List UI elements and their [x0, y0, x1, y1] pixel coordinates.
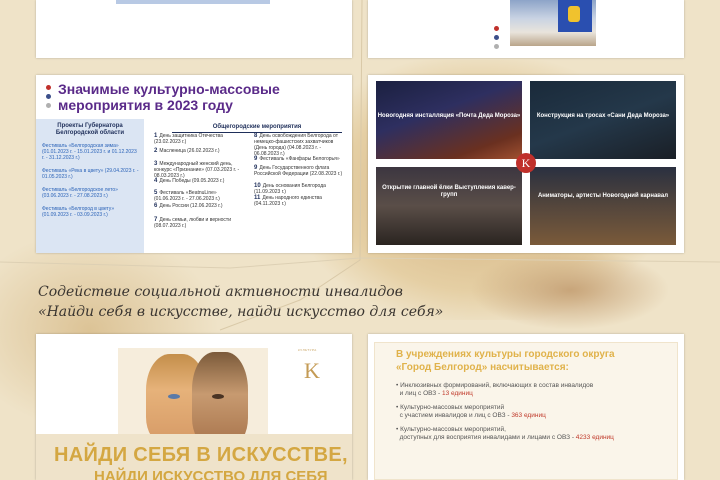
venus-portrait-image — [118, 348, 268, 448]
city-event-text: День основания Белгорода (11.09.2023 г.) — [254, 183, 326, 195]
stats-title-line1: В учреждениях культуры городского округа — [396, 349, 615, 360]
section-heading: Содействие социальной активности инвалид… — [38, 284, 403, 300]
photo-caption: Открытие главной ёлки Выступления кавер-… — [382, 185, 516, 198]
project-item: Фестиваль «Река в цвету» (29.04.2023 г. … — [42, 168, 139, 180]
stat-text: с участием инвалидов и лиц с ОВЗ - — [399, 412, 512, 419]
slide-top-right — [368, 0, 684, 58]
city-event-number: 6 — [154, 203, 158, 209]
stat-text: Культурно-массовых мероприятий — [400, 404, 505, 411]
city-event-text: День России (12.06.2023 г.) — [159, 203, 223, 209]
city-event-item: 9 День Государственного флага Российской … — [254, 165, 344, 177]
city-event-number: 4 — [154, 178, 158, 184]
photo-caption: Новогодняя инсталляция «Почта Деда Мороз… — [377, 113, 521, 119]
city-event-item: 2 Масленица (26.02.2023 г.) — [154, 148, 244, 154]
city-event-item: 7 День семьи, любви и верности (08.07.202… — [154, 217, 244, 229]
events-slide: Значимые культурно-массовые мероприятия … — [36, 75, 352, 253]
city-event-item: 4 День Победы (09.05.2023 г.) — [154, 178, 244, 184]
events-title-line1: Значимые культурно-массовые — [58, 81, 280, 97]
city-event-item: 9 Фестиваль «Фанфары Белогорья» — [254, 156, 344, 162]
photo-tile: Новогодняя инсталляция «Почта Деда Мороз… — [376, 81, 522, 159]
city-event-text: День народного единства (04.11.2023 г.) — [254, 195, 322, 207]
logo-caption: КУЛЬТУРА — [298, 348, 317, 352]
city-event-item: 3 Международный женский день, конкурс «Пр… — [154, 161, 244, 179]
project-item: Фестиваль «Белгородская зима» (01.01.202… — [42, 143, 137, 161]
section-subheading: «Найди себя в искусстве, найди искусство… — [38, 304, 444, 320]
photo-caption: Аниматоры, артисты Новогодний карнавал — [537, 193, 669, 199]
city-event-item: 6 День России (12.06.2023 г.) — [154, 203, 244, 209]
events-title-line2: мероприятия в 2023 году — [58, 97, 233, 113]
events-title: Значимые культурно-массовые мероприятия … — [58, 81, 280, 113]
stat-item: • Культурно-массовых мероприятий, доступ… — [396, 426, 614, 441]
slogan-line1: НАЙДИ СЕБЯ В ИСКУССТВЕ, — [54, 444, 348, 466]
city-events-header-text: Общегородские мероприятия — [212, 124, 302, 130]
city-event-item: 11 День народного единства (04.11.2023 г.… — [254, 195, 344, 207]
city-event-item: 8 День освобождения Белгорода от немецко-… — [254, 133, 344, 157]
stat-text: Инклюзивных формирований, включающих в с… — [400, 382, 594, 389]
city-event-item: 1 День защитника Отечества (23.02.2023 г.… — [154, 133, 244, 145]
stat-value: 4233 единиц — [575, 434, 614, 441]
city-event-text: День семьи, любви и верности (08.07.2023… — [154, 217, 231, 229]
photo-tile: Конструкция на тросах «Сани Деда Мороза» — [530, 81, 676, 159]
city-event-number: 9 — [254, 156, 258, 162]
k-logo-icon: K — [516, 153, 536, 173]
city-event-number: 2 — [154, 148, 158, 154]
photo-tile: Открытие главной ёлки Выступления кавер-… — [376, 167, 522, 245]
city-event-text: Международный женский день, конкурс «При… — [154, 161, 240, 179]
city-event-text: Фестиваль «BeatnuLine» (01.06.2023 г. - … — [154, 190, 220, 202]
city-event-text: День освобождения Белгорода от немецко-ф… — [254, 133, 339, 157]
photo-tile: Аниматоры, артисты Новогодний карнавал — [530, 167, 676, 245]
city-event-item: 5 Фестиваль «BeatnuLine» (01.06.2023 г. -… — [154, 190, 244, 202]
stat-value: 363 единиц — [511, 412, 546, 419]
city-event-text: День Победы (09.05.2023 г.) — [159, 178, 225, 184]
slogan-line2: НАЙДИ ИСКУССТВО ДЛЯ СЕБЯ — [94, 468, 328, 480]
stat-text: и лиц с ОВЗ - — [399, 390, 442, 397]
k-logo-icon: K — [304, 358, 320, 383]
art-poster-slide: КУЛЬТУРА K НАЙДИ СЕБЯ В ИСКУССТВЕ, НАЙДИ… — [36, 334, 352, 480]
inclusion-stats-slide: В учреждениях культуры городского округа… — [368, 334, 684, 480]
project-item: Фестиваль «Белгород в цвету» (01.09.2023… — [42, 206, 115, 218]
slide-image-strip — [116, 0, 270, 4]
stat-item: • Культурно-массовых мероприятий с участ… — [396, 404, 546, 419]
project-item: Фестиваль «Белгородское лето» (03.06.202… — [42, 187, 118, 199]
coat-of-arms-icon — [568, 6, 580, 22]
city-event-text: День Государственного флага Российской Ф… — [254, 165, 343, 177]
city-event-text: Фестиваль «Фанфары Белогорья» — [259, 156, 340, 162]
city-event-text: Масленица (26.02.2023 г.) — [159, 148, 220, 154]
city-events-header: Общегородские мероприятия — [172, 124, 342, 133]
stats-title: В учреждениях культуры городского округа… — [396, 348, 615, 374]
stat-item: • Инклюзивных формирований, включающих в… — [396, 382, 594, 397]
slide-dots — [494, 26, 499, 53]
new-year-photos-slide: Новогодняя инсталляция «Почта Деда Мороз… — [368, 75, 684, 253]
slide-top-left — [36, 0, 352, 58]
slide-dots — [46, 85, 51, 112]
stat-text: доступных для восприятия инвалидами и ли… — [399, 434, 576, 441]
governor-projects-panel: Проекты Губернатора Белгородской области… — [36, 119, 144, 253]
photo-caption: Конструкция на тросах «Сани Деда Мороза» — [536, 113, 670, 119]
projects-header: Проекты Губернатора Белгородской области — [55, 123, 125, 136]
stat-value: 13 единиц — [441, 390, 473, 397]
stat-text: Культурно-массовых мероприятий, — [400, 426, 506, 433]
city-event-text: День защитника Отечества (23.02.2023 г.) — [154, 133, 223, 145]
city-event-item: 10 День основания Белгорода (11.09.2023 г… — [254, 183, 344, 195]
stats-title-line2: «Город Белгород» насчитывается: — [396, 362, 569, 373]
